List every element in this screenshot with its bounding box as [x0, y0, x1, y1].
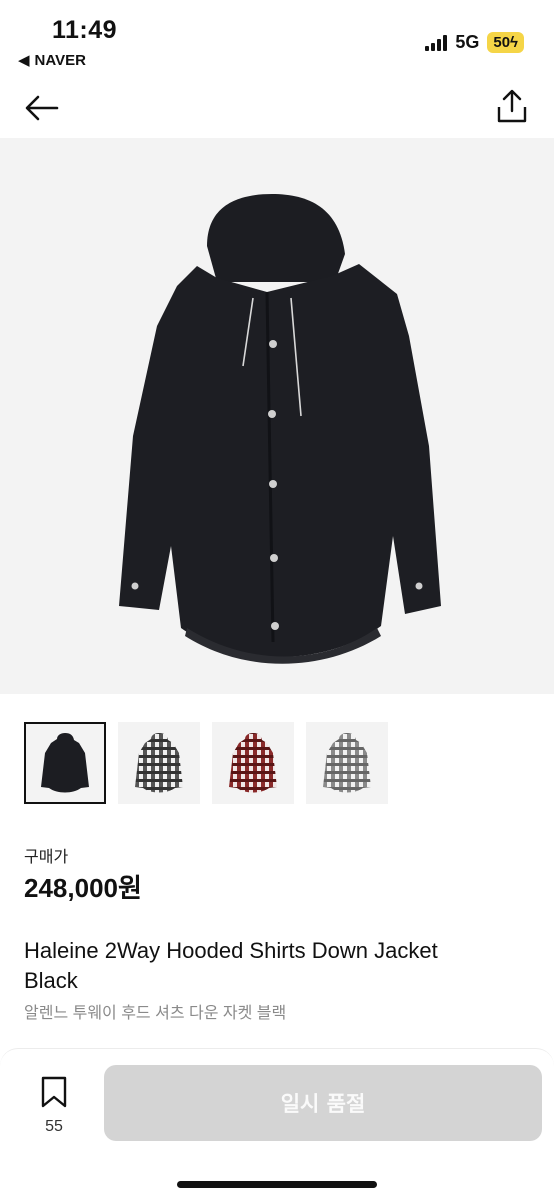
share-icon	[497, 89, 527, 123]
thumbnail-grey-check[interactable]	[118, 722, 200, 804]
battery-level: 50	[493, 34, 511, 51]
battery-icon: 50ϟ	[487, 32, 524, 53]
jacket-image	[119, 194, 441, 664]
thumbnail-jacket-image	[229, 733, 277, 793]
status-time: 11:49	[52, 16, 118, 44]
signal-icon	[425, 34, 448, 51]
charging-icon: ϟ	[510, 34, 518, 51]
bookmark-button[interactable]: 55	[34, 1075, 74, 1136]
bookmark-count: 55	[45, 1118, 63, 1135]
thumbnail-list	[24, 722, 388, 804]
home-indicator[interactable]	[177, 1181, 377, 1188]
back-caret-icon: ◀	[18, 52, 30, 69]
thumbnail-red-check[interactable]	[212, 722, 294, 804]
product-main-image[interactable]	[0, 138, 554, 694]
soldout-button[interactable]: 일시 품절	[104, 1065, 542, 1141]
share-button[interactable]	[492, 84, 532, 128]
status-back-app-label: NAVER	[34, 51, 86, 69]
nav-bar	[0, 80, 554, 136]
arrow-left-icon	[25, 95, 59, 121]
status-back-to-app[interactable]: ◀ NAVER	[18, 51, 86, 70]
thumbnail-black[interactable]	[24, 722, 106, 804]
thumbnail-light-grey-check[interactable]	[306, 722, 388, 804]
thumbnail-jacket-image	[323, 733, 371, 793]
status-indicators: 5G 50ϟ	[425, 32, 524, 53]
thumbnail-jacket-image	[41, 733, 89, 793]
product-title: Haleine 2Way Hooded Shirts Down Jacket B…	[24, 938, 438, 993]
bottom-action-bar: 55 일시 품절	[0, 1048, 554, 1200]
bookmark-icon	[41, 1076, 67, 1108]
price-label: 구매가	[24, 849, 69, 866]
product-price: 248,000원	[24, 873, 142, 903]
thumbnail-jacket-image	[135, 733, 183, 793]
status-bar: 11:49 ◀ NAVER 5G 50ϟ	[0, 0, 554, 76]
back-button[interactable]	[20, 86, 64, 130]
network-type: 5G	[455, 32, 480, 52]
product-subtitle: 알렌느 투웨이 후드 셔츠 다운 자켓 블랙	[24, 1005, 287, 1022]
